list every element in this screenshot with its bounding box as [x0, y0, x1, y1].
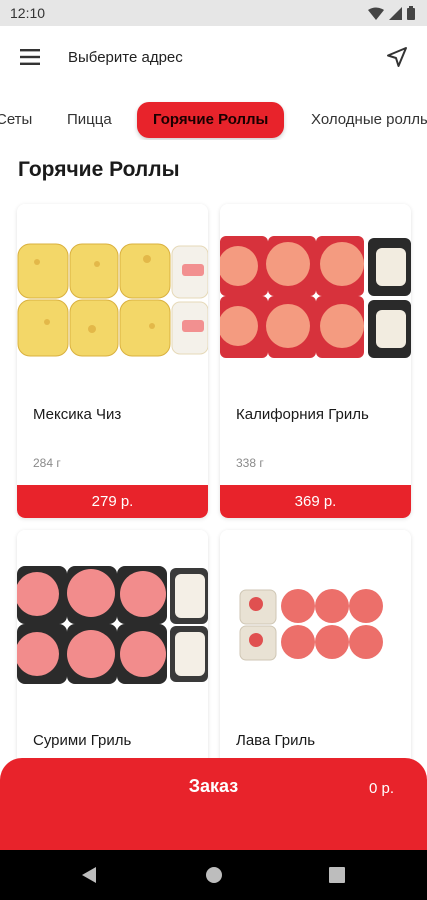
signal-icon	[389, 6, 402, 20]
navigation-arrow-icon[interactable]	[385, 45, 409, 69]
wifi-icon	[368, 7, 384, 20]
order-label: Заказ	[188, 776, 239, 796]
product-name: Калифорния Гриль	[236, 406, 369, 423]
order-total: 0 р.	[368, 780, 394, 797]
status-bar: 12:10	[0, 0, 427, 26]
home-icon[interactable]	[205, 866, 223, 884]
back-icon[interactable]	[81, 866, 97, 884]
recents-icon[interactable]	[329, 867, 345, 883]
tab-sets[interactable]: Сеты	[0, 102, 32, 138]
product-name: Сурими Гриль	[33, 732, 132, 749]
product-name: Лава Гриль	[236, 732, 316, 749]
order-button[interactable]: Заказ 0 р.	[0, 758, 427, 850]
product-image	[220, 530, 411, 720]
product-name: Мексика Чиз	[33, 406, 122, 423]
system-nav-bar	[0, 850, 427, 900]
status-time: 12:10	[10, 5, 46, 21]
product-card[interactable]: Мексика Чиз 284 г 279 р.	[17, 204, 208, 518]
product-weight: 338 г	[236, 456, 264, 470]
tab-pizza[interactable]: Пицца	[67, 102, 112, 138]
product-image	[17, 204, 208, 394]
app-bar: Выберите адрес	[0, 26, 427, 88]
battery-icon	[407, 6, 415, 20]
price-button[interactable]: 279 р.	[17, 485, 208, 518]
status-icons	[368, 6, 415, 20]
address-selector[interactable]: Выберите адрес	[68, 49, 385, 66]
price-button[interactable]: 369 р.	[220, 485, 411, 518]
product-image	[220, 204, 411, 394]
hamburger-menu-icon[interactable]	[20, 49, 42, 65]
product-weight: 284 г	[33, 456, 61, 470]
section-title: Горячие Роллы	[18, 158, 180, 181]
product-image	[17, 530, 208, 720]
product-card[interactable]: Калифорния Гриль 338 г 369 р.	[220, 204, 411, 518]
tab-cold-rolls[interactable]: Холодные роллы	[311, 102, 427, 138]
category-tabs: Сеты Пицца Горячие Роллы Холодные роллы	[0, 100, 427, 140]
tab-hot-rolls[interactable]: Горячие Роллы	[137, 102, 285, 138]
